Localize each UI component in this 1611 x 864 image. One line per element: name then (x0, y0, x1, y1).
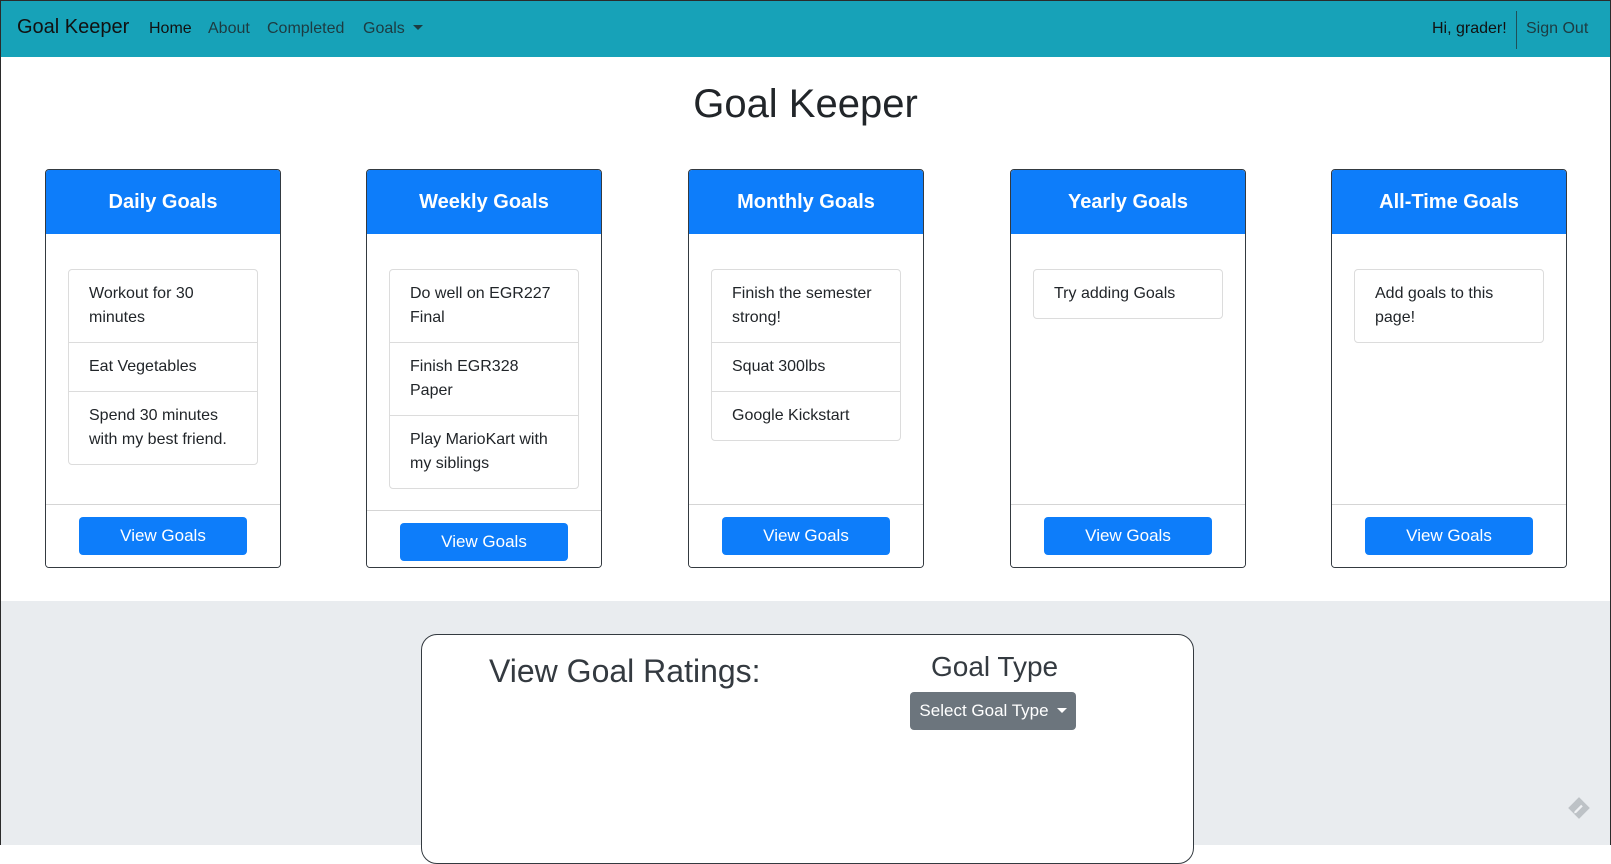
nav-goals-label: Goals (363, 20, 405, 37)
card-header: Weekly Goals (367, 170, 601, 234)
ratings-panel: View Goal Ratings: Goal Type Select Goal… (421, 634, 1194, 864)
list-item: Do well on EGR227 Final (410, 285, 551, 326)
view-all-time-goals-button[interactable]: View Goals (1365, 517, 1533, 555)
goal-list: Finish the semester strong! Squat 300lbs… (711, 269, 901, 441)
list-item: Eat Vegetables (69, 342, 257, 391)
list-item: Finish EGR328 Paper (390, 342, 578, 415)
list-item: Play MarioKart with my siblings (390, 415, 578, 488)
card-header: All-Time Goals (1332, 170, 1566, 234)
view-monthly-goals-button[interactable]: View Goals (722, 517, 890, 555)
nav-home[interactable]: Home (149, 20, 192, 38)
yearly-goals-card: Yearly Goals Try adding Goals View Goals (1010, 169, 1246, 568)
card-footer: View Goals (1332, 504, 1566, 567)
sign-out-link[interactable]: Sign Out (1526, 20, 1588, 38)
caret-down-icon (412, 25, 423, 30)
select-goal-type-label: Select Goal Type (919, 701, 1049, 720)
all-time-goals-card: All-Time Goals Add goals to this page! V… (1331, 169, 1567, 568)
weekly-goals-card: Weekly Goals Do well on EGR227 Final Fin… (366, 169, 602, 568)
navbar-brand[interactable]: Goal Keeper (17, 16, 129, 39)
list-item: Workout for 30 minutes (89, 285, 194, 326)
list-item: Squat 300lbs (712, 342, 900, 391)
card-header: Monthly Goals (689, 170, 923, 234)
ratings-section: View Goal Ratings: Goal Type Select Goal… (0, 601, 1611, 864)
card-header: Yearly Goals (1011, 170, 1245, 234)
card-header: Daily Goals (46, 170, 280, 234)
view-daily-goals-button[interactable]: View Goals (79, 517, 247, 555)
goal-type-heading: Goal Type (931, 651, 1059, 682)
user-greeting: Hi, grader! (1432, 20, 1507, 37)
list-item: Finish the semester strong! (732, 285, 872, 326)
daily-goals-card: Daily Goals Workout for 30 minutes Eat V… (45, 169, 281, 568)
navbar: Goal Keeper Home About Completed Goals H… (0, 0, 1611, 57)
list-item: Spend 30 minutes with my best friend. (69, 391, 257, 464)
nav-divider (1516, 11, 1517, 49)
nav-goals-dropdown[interactable]: Goals (363, 20, 423, 38)
card-footer: View Goals (689, 504, 923, 567)
card-footer: View Goals (46, 504, 280, 567)
nav-about[interactable]: About (208, 20, 250, 38)
list-item: Add goals to this page! (1375, 285, 1494, 326)
card-footer: View Goals (1011, 504, 1245, 567)
list-item: Google Kickstart (712, 391, 900, 440)
view-yearly-goals-button[interactable]: View Goals (1044, 517, 1212, 555)
page-title: Goal Keeper (693, 82, 918, 126)
nav-completed[interactable]: Completed (267, 20, 344, 38)
goal-list: Do well on EGR227 Final Finish EGR328 Pa… (389, 269, 579, 489)
card-footer: View Goals (367, 510, 601, 567)
list-item: Try adding Goals (1054, 285, 1176, 302)
ratings-title: View Goal Ratings: (489, 653, 761, 689)
goal-list: Try adding Goals (1033, 269, 1223, 319)
goal-list: Workout for 30 minutes Eat Vegetables Sp… (68, 269, 258, 465)
caret-down-icon (1056, 708, 1067, 713)
view-weekly-goals-button[interactable]: View Goals (400, 523, 568, 561)
goal-list: Add goals to this page! (1354, 269, 1544, 343)
select-goal-type-dropdown[interactable]: Select Goal Type (910, 692, 1076, 730)
pencil-edit-icon[interactable] (1566, 795, 1592, 821)
monthly-goals-card: Monthly Goals Finish the semester strong… (688, 169, 924, 568)
